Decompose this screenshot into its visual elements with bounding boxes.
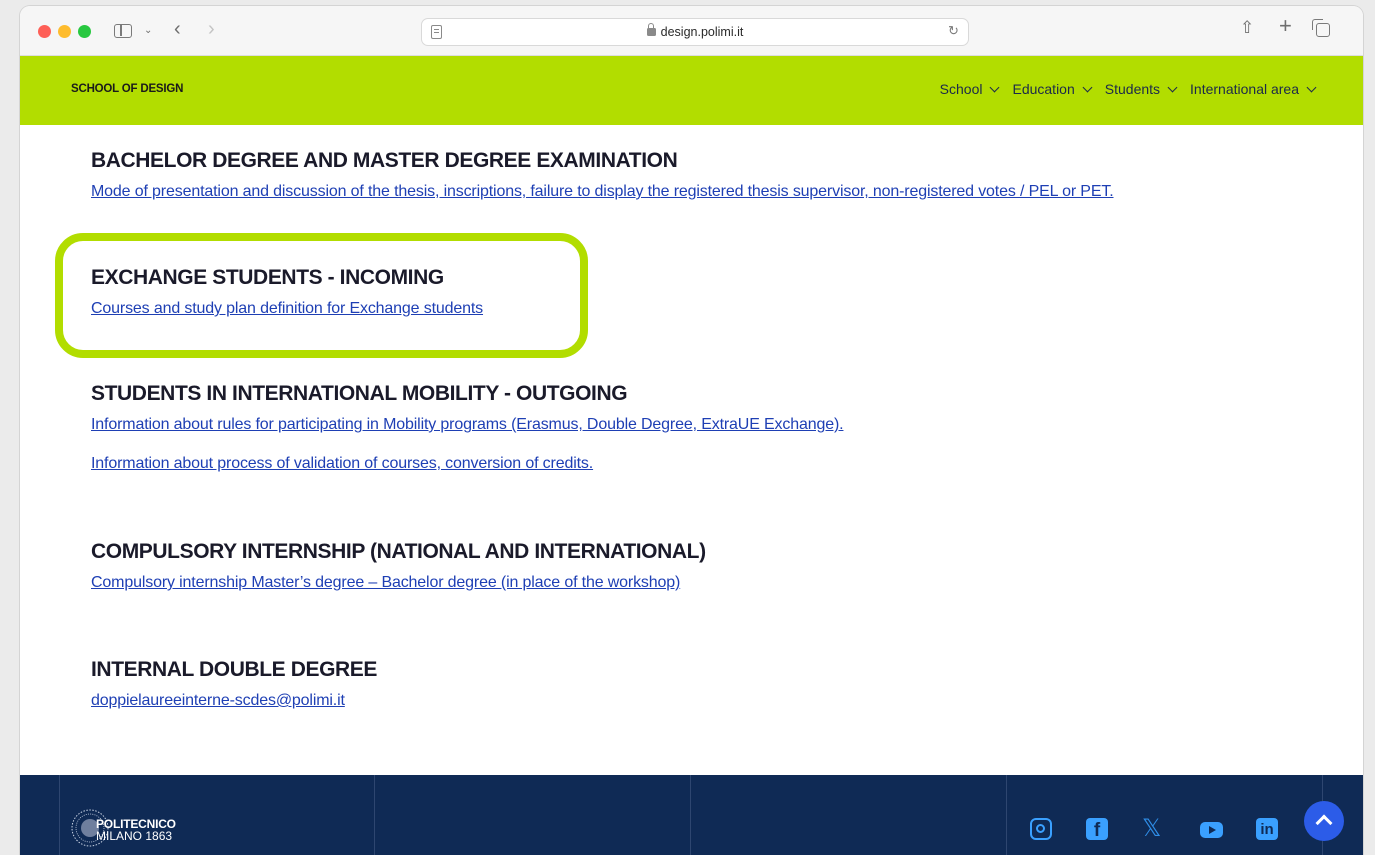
section-mobility-outgoing: STUDENTS IN INTERNATIONAL MOBILITY - OUT…	[91, 382, 844, 473]
reload-icon[interactable]: ↻	[948, 23, 959, 39]
chevron-down-icon	[990, 82, 1000, 92]
link-mobility-rules[interactable]: Information about rules for participatin…	[91, 416, 844, 434]
back-to-top-button[interactable]	[1304, 801, 1344, 841]
nav-item-international-area[interactable]: International area	[1190, 81, 1317, 97]
highlight-outline	[55, 233, 588, 358]
back-icon[interactable]: ‹	[174, 19, 181, 39]
site-title[interactable]: SCHOOL OF DESIGN	[71, 83, 183, 95]
youtube-icon[interactable]	[1200, 822, 1223, 838]
address-bar[interactable]: design.polimi.it ↻	[421, 18, 969, 46]
link-course-validation[interactable]: Information about process of validation …	[91, 455, 843, 473]
section-examination: BACHELOR DEGREE AND MASTER DEGREE EXAMIN…	[91, 149, 1114, 201]
polimi-logo-text[interactable]: POLITECNICO MILANO 1863	[96, 818, 176, 842]
section-internal-double-degree: INTERNAL DOUBLE DEGREE doppielaureeinter…	[91, 658, 377, 710]
close-window-button[interactable]	[38, 25, 51, 38]
section-heading: INTERNAL DOUBLE DEGREE	[91, 658, 377, 681]
chevron-down-icon	[1306, 82, 1317, 92]
zoom-window-button[interactable]	[78, 25, 91, 38]
section-heading: COMPULSORY INTERNSHIP (NATIONAL AND INTE…	[91, 540, 706, 563]
section-heading: BACHELOR DEGREE AND MASTER DEGREE EXAMIN…	[91, 149, 678, 172]
tab-overview-icon[interactable]	[1312, 19, 1330, 37]
new-tab-icon[interactable]: +	[1279, 15, 1292, 37]
x-icon[interactable]: 𝕏	[1142, 817, 1168, 841]
sidebar-icon[interactable]	[114, 24, 132, 38]
chevron-down-icon	[1082, 82, 1093, 92]
share-icon[interactable]: ⇧	[1240, 19, 1254, 36]
facebook-icon[interactable]: f	[1086, 818, 1108, 841]
nav-item-label: School	[939, 81, 983, 97]
nav-item-label: International area	[1190, 81, 1299, 97]
nav-item-label: Students	[1104, 81, 1161, 97]
footer-divider	[374, 775, 375, 855]
nav-item-students[interactable]: Students	[1104, 81, 1178, 97]
section-heading: STUDENTS IN INTERNATIONAL MOBILITY - OUT…	[91, 382, 628, 405]
nav-item-label: Education	[1012, 81, 1075, 97]
link-thesis-presentation[interactable]: Mode of presentation and discussion of t…	[91, 183, 1114, 201]
url-text: design.polimi.it	[660, 25, 744, 39]
nav-item-school[interactable]: School	[939, 81, 1000, 97]
logo-line-2: MILANO 1863	[96, 829, 173, 843]
footer-divider	[59, 775, 60, 855]
nav-item-education[interactable]: Education	[1012, 81, 1093, 97]
lock-icon	[646, 23, 656, 36]
linkedin-icon[interactable]: in	[1256, 818, 1278, 840]
footer-divider	[690, 775, 691, 855]
section-compulsory-internship: COMPULSORY INTERNSHIP (NATIONAL AND INTE…	[91, 540, 706, 592]
footer-divider	[1006, 775, 1007, 855]
browser-window: ⌄ ‹ › design.polimi.it ↻ ⇧ + SCHOOL OF D…	[20, 6, 1363, 855]
minimize-window-button[interactable]	[58, 25, 71, 38]
site-header: SCHOOL OF DESIGN School Education Studen…	[20, 56, 1363, 125]
forward-icon[interactable]: ›	[208, 19, 215, 39]
chevron-down-icon[interactable]: ⌄	[144, 23, 152, 39]
url-display: design.polimi.it	[422, 23, 968, 39]
site-footer: POLITECNICO MILANO 1863 f 𝕏 in	[20, 775, 1363, 855]
link-double-degree-email[interactable]: doppielaureeinterne-scdes@polimi.it	[91, 692, 377, 710]
link-internship[interactable]: Compulsory internship Master’s degree – …	[91, 574, 706, 592]
browser-toolbar: ⌄ ‹ › design.polimi.it ↻ ⇧ +	[20, 6, 1363, 56]
instagram-icon[interactable]	[1030, 818, 1052, 840]
chevron-down-icon	[1167, 82, 1178, 92]
main-nav: School Education Students International …	[926, 81, 1317, 97]
